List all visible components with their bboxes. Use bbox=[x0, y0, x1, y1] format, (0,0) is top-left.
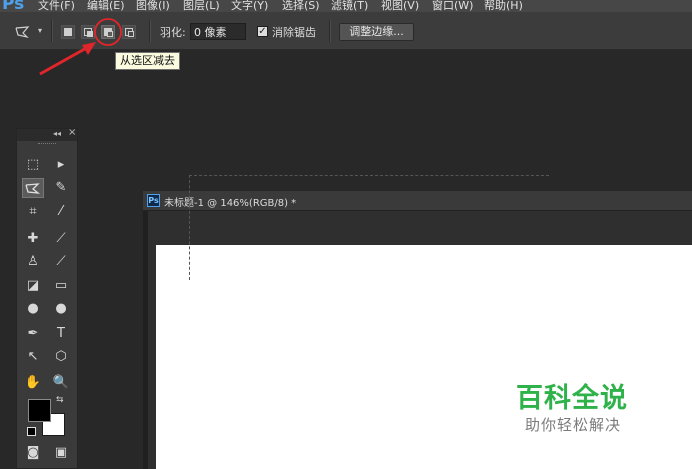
close-panel-icon[interactable]: × bbox=[68, 127, 76, 138]
tools-panel-grip[interactable] bbox=[17, 141, 77, 147]
tools-panel-header[interactable]: ◂◂ × bbox=[17, 127, 77, 141]
lasso-tool-icon[interactable] bbox=[22, 178, 44, 198]
gradient-tool-icon[interactable]: ▭ bbox=[50, 276, 72, 296]
blur-tool-icon[interactable]: ● bbox=[22, 299, 44, 319]
brush-tool-icon[interactable]: ⟋ bbox=[50, 229, 72, 249]
tooltip: 从选区减去 bbox=[115, 52, 180, 70]
foreground-color-swatch[interactable] bbox=[28, 399, 51, 422]
refine-edge-button[interactable]: 调整边缘... bbox=[339, 23, 414, 41]
antialias-checkbox[interactable]: ✓ bbox=[257, 26, 268, 37]
path-selection-tool-icon[interactable]: ↖ bbox=[22, 347, 44, 367]
document-ps-icon: Ps bbox=[147, 194, 160, 207]
shape-tool-icon[interactable]: ⬡ bbox=[50, 347, 72, 367]
screen-mode-icon[interactable]: ▣ bbox=[50, 443, 72, 463]
eyedropper-tool-icon[interactable]: ⁄ bbox=[50, 202, 72, 222]
quick-selection-tool-icon[interactable]: ✎ bbox=[50, 178, 72, 198]
crop-tool-icon[interactable]: ⌗ bbox=[22, 202, 44, 222]
document-left-edge bbox=[143, 211, 148, 469]
tools-panel: ◂◂ × ⬚ ▸ ✎ ⌗ ⁄ ✚ ⟋ ♙ ⟋ ◪ ▭ ● ● ✒ T ↖ ⬡ ✋… bbox=[16, 127, 78, 469]
feather-label: 羽化: bbox=[160, 26, 186, 39]
selection-marquee bbox=[189, 175, 549, 280]
rect-marquee-tool-icon[interactable]: ⬚ bbox=[22, 155, 44, 175]
feather-input[interactable] bbox=[190, 23, 246, 40]
swap-colors-icon[interactable]: ⇆ bbox=[56, 395, 64, 405]
collapse-panel-icon[interactable]: ◂◂ bbox=[53, 129, 61, 138]
default-colors-icon[interactable] bbox=[27, 427, 36, 436]
history-brush-tool-icon[interactable]: ⟋ bbox=[50, 252, 72, 272]
quick-mask-icon[interactable]: ◙ bbox=[22, 443, 44, 463]
watermark-title: 百科全说 bbox=[516, 383, 628, 414]
healing-brush-tool-icon[interactable]: ✚ bbox=[22, 229, 44, 249]
clone-stamp-tool-icon[interactable]: ♙ bbox=[22, 252, 44, 272]
hand-tool-icon[interactable]: ✋ bbox=[22, 373, 44, 393]
antialias-label: 消除锯齿 bbox=[272, 26, 316, 39]
watermark-subtitle: 助你轻松解决 bbox=[525, 416, 622, 434]
pen-tool-icon[interactable]: ✒ bbox=[22, 324, 44, 344]
eraser-tool-icon[interactable]: ◪ bbox=[22, 276, 44, 296]
move-tool-icon[interactable]: ▸ bbox=[50, 155, 72, 175]
dodge-tool-icon[interactable]: ● bbox=[50, 299, 72, 319]
zoom-tool-icon[interactable]: 🔍 bbox=[50, 373, 72, 393]
type-tool-icon[interactable]: T bbox=[50, 324, 72, 344]
